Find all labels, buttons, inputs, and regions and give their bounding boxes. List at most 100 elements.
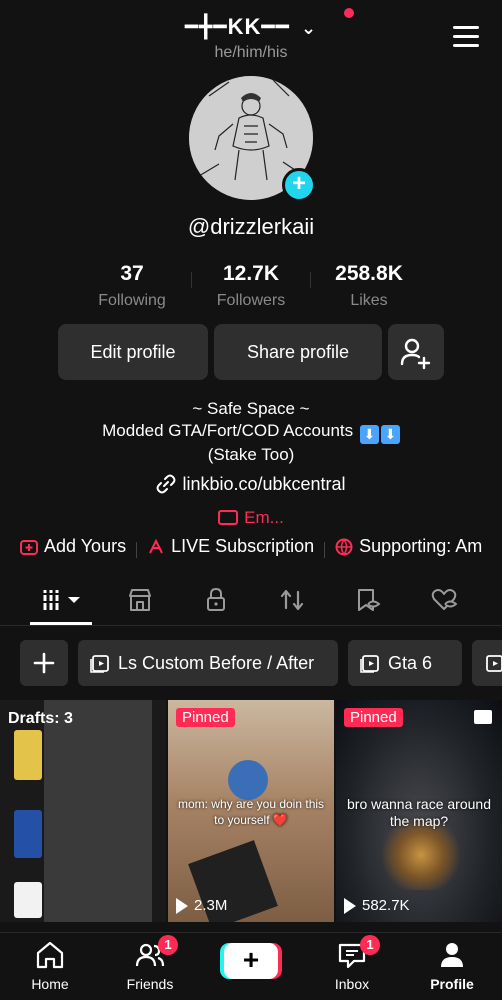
photo-icon (474, 710, 492, 724)
plus-icon (33, 652, 55, 674)
edit-profile-button[interactable]: Edit profile (58, 324, 208, 380)
chevron-down-icon: ⌄ (301, 18, 318, 38)
bookmark-hidden-icon (358, 589, 381, 611)
bio-line: ~ Safe Space ~ (192, 399, 310, 418)
live-subscription-icon (149, 538, 163, 553)
repost-icon (280, 589, 304, 611)
email-link[interactable]: Em... (0, 508, 502, 528)
nav-home[interactable]: Home (10, 933, 90, 1000)
profile-handle: @drizzlerkaii (187, 214, 315, 239)
create-button[interactable]: + (224, 943, 278, 979)
pinned-badge: Pinned (176, 708, 235, 727)
video-grid: Drafts: 3 Pinned mom: why are you doin t… (0, 700, 502, 932)
followers-label: Followers (216, 292, 286, 309)
menu-icon[interactable] (453, 26, 479, 48)
draft-thumbnail (14, 810, 42, 858)
globe-heart-icon (335, 538, 353, 556)
nav-friends-label: Friends (126, 976, 174, 992)
add-playlist-button[interactable] (20, 640, 68, 686)
playlist-icon (90, 655, 109, 673)
video-tile[interactable]: Pinned mom: why are you doin this to you… (168, 700, 334, 922)
home-icon (36, 941, 64, 969)
bio-line: (Stake Too) (207, 445, 295, 464)
video-tile[interactable]: Pinned bro wanna race around the map? 58… (336, 700, 502, 922)
bio: ~ Safe Space ~ Modded GTA/Fort/COD Accou… (0, 398, 502, 466)
lock-icon (207, 587, 225, 611)
view-count: 582.7K (344, 897, 410, 914)
play-icon (344, 897, 356, 914)
shop-icon (129, 589, 151, 611)
followers-count: 12.7K (222, 262, 280, 285)
tab-videos[interactable] (42, 586, 88, 616)
bio-link-text: linkbio.co/ubkcentral (182, 474, 346, 494)
tab-private[interactable] (202, 586, 242, 616)
chip-add-yours[interactable]: Add Yours (20, 536, 126, 557)
add-avatar-button[interactable]: + (282, 168, 316, 202)
profile-stats: 37 Following 12.7K Followers 258.8K Like… (0, 262, 502, 312)
video-thumbnail-detail (228, 760, 268, 800)
chip-divider (136, 541, 138, 558)
following-label: Following (98, 292, 166, 309)
down-arrow-emoji-icon: ⬇ (380, 425, 400, 444)
drafts-tile[interactable]: Drafts: 3 (0, 700, 166, 922)
share-profile-button[interactable]: Share profile (214, 324, 382, 380)
draft-thumbnail (14, 882, 42, 918)
nav-friends[interactable]: Friends 1 (110, 933, 190, 1000)
bottom-nav: Home Friends 1 + Inbox 1 Profile (0, 932, 502, 1000)
tab-liked[interactable] (430, 586, 470, 616)
tab-shop[interactable] (126, 586, 166, 616)
add-yours-icon (20, 539, 38, 555)
chip-divider (324, 541, 326, 558)
stat-followers[interactable]: 12.7K Followers (186, 262, 316, 310)
tab-saved[interactable] (354, 586, 394, 616)
active-tab-indicator (30, 622, 92, 625)
nav-profile-label: Profile (430, 976, 474, 992)
account-switcher[interactable]: ━╋━KK━━ ⌄ (0, 14, 502, 40)
playlist-item[interactable] (472, 640, 502, 686)
draft-thumbnail (14, 730, 42, 780)
profile-chips: Add Yours LIVE Subscription Supporting: … (20, 536, 502, 564)
down-arrow-emoji-icon: ⬇ (359, 425, 379, 444)
following-count: 37 (120, 262, 144, 285)
playlist-icon (360, 655, 379, 673)
playlist-icon (486, 655, 502, 672)
playlist-item[interactable]: Ls Custom Before / After (78, 640, 338, 686)
bio-link[interactable]: linkbio.co/ubkcentral (0, 474, 502, 495)
nav-home-label: Home (31, 976, 69, 992)
videos-grid-icon (43, 590, 80, 610)
playlists-row: Ls Custom Before / After Gta 6 (0, 640, 502, 688)
drafts-label: Drafts: 3 (8, 710, 73, 727)
pronouns: he/him/his (214, 44, 288, 61)
top-bar: ━╋━KK━━ ⌄ he/him/his (0, 0, 502, 70)
video-thumbnail-detail (376, 820, 466, 890)
tab-reposts[interactable] (278, 586, 318, 616)
link-icon (156, 474, 176, 494)
content-tabs (0, 578, 502, 626)
chip-supporting[interactable]: Supporting: Am (335, 536, 482, 557)
bio-line: Modded GTA/Fort/COD Accounts ⬇ ⬇ (0, 420, 502, 444)
notification-dot (344, 8, 354, 18)
mail-icon (218, 510, 239, 525)
likes-label: Likes (350, 292, 388, 309)
pinned-badge: Pinned (344, 708, 403, 727)
account-name: ━╋━KK━━ (184, 14, 290, 39)
video-caption: bro wanna race around the map? (347, 796, 491, 829)
likes-count: 258.8K (335, 262, 403, 285)
add-friends-button[interactable] (388, 324, 444, 380)
stat-following[interactable]: 37 Following (67, 262, 197, 310)
stat-likes[interactable]: 258.8K Likes (304, 262, 434, 310)
nav-profile[interactable]: Profile (412, 933, 492, 1000)
email-text: Em... (244, 508, 284, 527)
friends-badge: 1 (158, 935, 178, 955)
profile-icon (441, 943, 463, 967)
heart-hidden-icon (431, 589, 458, 610)
nav-inbox[interactable]: Inbox 1 (312, 933, 392, 1000)
inbox-badge: 1 (360, 935, 380, 955)
draft-preview (44, 700, 152, 922)
chip-live-subscription[interactable]: LIVE Subscription (147, 536, 314, 557)
playlist-item[interactable]: Gta 6 (348, 640, 462, 686)
add-user-icon (400, 338, 431, 370)
view-count: 2.3M (176, 897, 227, 914)
video-caption: mom: why are you doin this to yourself ❤… (177, 797, 325, 827)
play-icon (176, 897, 188, 914)
